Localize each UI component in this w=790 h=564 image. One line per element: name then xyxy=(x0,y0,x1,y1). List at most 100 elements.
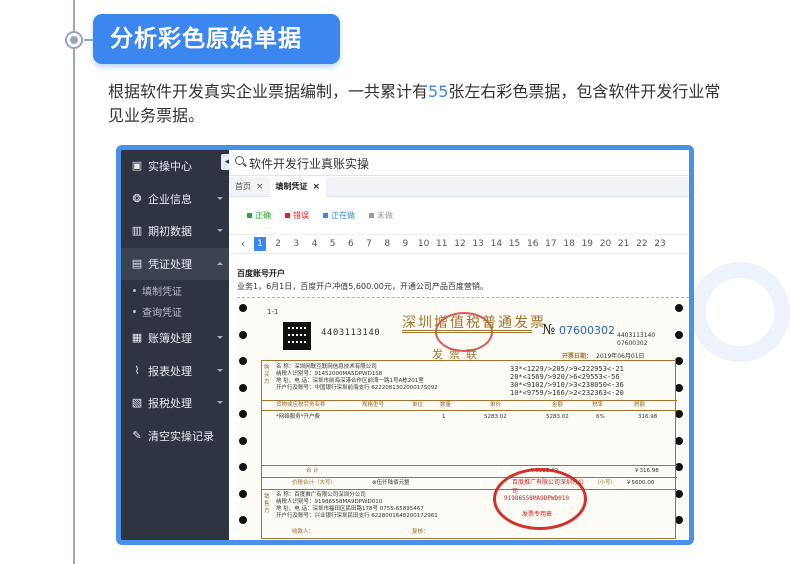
legend-label: 正确 xyxy=(255,211,271,220)
page-number[interactable]: 12 xyxy=(451,237,469,251)
sidebar-item-tax-processing[interactable]: ▧ 报税处理 xyxy=(121,387,229,420)
sidebar-item-label: 清空实操记录 xyxy=(148,429,214,443)
total-label: 合 计 xyxy=(306,468,319,474)
payee-label: 收款人： xyxy=(292,529,315,535)
sidebar-item-voucher-processing[interactable]: ▤ 凭证处理 xyxy=(121,247,229,280)
page-number[interactable]: 5 xyxy=(324,237,342,251)
page-number-current[interactable]: 1 xyxy=(254,237,266,251)
legend-label: 未做 xyxy=(377,211,393,220)
buyer-tax-id: 纳税人识别号：91452000MA5DPWD1S8 xyxy=(276,371,383,377)
grand-total-words: ⊗伍仟陆佰元整 xyxy=(372,480,410,486)
page-number[interactable]: 7 xyxy=(360,237,378,251)
sidebar-item-practice-center[interactable]: ▣ 实操中心 xyxy=(121,150,229,183)
page-number[interactable]: 6 xyxy=(342,237,360,251)
pager-numbers: ‹ 1 2 3 4 5 6 7 8 9 10 11 12 13 14 15 16 17 18 19 20 21 22 23 xyxy=(235,237,669,251)
status-square-icon xyxy=(247,213,252,218)
total-tax: ￥316.98 xyxy=(634,468,659,474)
bullet-icon xyxy=(133,289,136,292)
header-rate: 税率 xyxy=(592,402,604,408)
tab-fill-voucher[interactable]: 填制凭证 × xyxy=(269,177,327,197)
bullet-icon xyxy=(133,310,136,313)
page-number[interactable]: 23 xyxy=(651,237,669,251)
item-name: *网络服务*开户费 xyxy=(276,414,321,420)
buyer-address: 地 址、电 话：深圳市前海深港合作区前湾一路1号A栋201室 xyxy=(276,378,424,384)
page-number[interactable]: 13 xyxy=(469,237,487,251)
search-icon xyxy=(235,156,244,165)
grand-small-label: （小写） xyxy=(594,480,617,486)
page-number[interactable]: 3 xyxy=(287,237,305,251)
seller-lines: 名 称：百度推广有限公司深圳分公司 纳税人识别号：91986558MA9DPWD… xyxy=(276,492,516,520)
app-screenshot-frame: ▣ 实操中心 ❂ 企业信息 ▥ 期初数据 ▤ 凭证处理 填制凭证 查询凭证 ▦ xyxy=(116,145,694,545)
page-number[interactable]: 20 xyxy=(596,237,614,251)
page-number[interactable]: 2 xyxy=(269,237,287,251)
reviewer-label: 复核： xyxy=(412,529,429,535)
close-icon[interactable]: × xyxy=(256,182,264,192)
invoice-title-underline xyxy=(402,330,532,333)
header-tax: 税额 xyxy=(634,402,646,408)
timeline-dot xyxy=(65,31,83,49)
cipher-line: 10*<9759/>166/>2<232363<-20 xyxy=(510,389,624,397)
item-tax: 316.98 xyxy=(638,414,658,420)
seal-label: 发票专用章 xyxy=(522,511,553,518)
legend-label: 错误 xyxy=(293,211,309,220)
chevron-up-icon xyxy=(217,261,223,265)
page-number[interactable]: 4 xyxy=(305,237,323,251)
page-number[interactable]: 11 xyxy=(433,237,451,251)
tab-label: 填制凭证 xyxy=(275,182,308,191)
grand-total-label: 价税合计（大写） xyxy=(292,480,337,486)
side-number: 07600302 xyxy=(617,340,648,347)
buyer-label: 购买方 xyxy=(264,365,270,385)
page-number[interactable]: 17 xyxy=(542,237,560,251)
sidebar-item-company-info[interactable]: ❂ 企业信息 xyxy=(121,183,229,216)
decorative-ring xyxy=(690,262,790,362)
page-number[interactable]: 18 xyxy=(560,237,578,251)
sidebar-subitem-fill-voucher[interactable]: 填制凭证 xyxy=(121,280,229,301)
buyer-bank: 开户行及账号：中国银行深圳前海支行 622208130200017S092 xyxy=(276,385,438,391)
total-row: 合 计 ￥5283.02 ￥316.98 xyxy=(262,466,677,478)
page-number[interactable]: 21 xyxy=(615,237,633,251)
page-number[interactable]: 19 xyxy=(578,237,596,251)
cipher-line: 33*<1229/>205/>9<222953<-21 xyxy=(510,365,624,373)
chevron-down-icon xyxy=(217,336,223,339)
sidebar-item-clear-records[interactable]: ✎ 清空实操记录 xyxy=(121,420,229,453)
main-panel: 首页× 填制凭证× 正确 错误 正在做 未做 ‹ 1 2345678910111… xyxy=(229,150,689,540)
task-title: 百度账号开户 xyxy=(237,269,285,278)
sidebar-item-opening-data[interactable]: ▥ 期初数据 xyxy=(121,215,229,248)
item-rate: 6% xyxy=(596,414,605,420)
users-icon: ❂ xyxy=(132,191,142,205)
description-text-start: 根据软件开发真实企业票据编制，一共累计有 xyxy=(108,82,429,101)
page-number[interactable]: 10 xyxy=(415,237,433,251)
seller-bank: 开户行及账号：兴业银行深圳民田支行 6228001648200172961 xyxy=(276,513,438,519)
page-number[interactable]: 9 xyxy=(396,237,414,251)
sidebar-subitem-label: 查询凭证 xyxy=(142,308,182,319)
sidebar-item-label: 账簿处理 xyxy=(148,332,192,346)
sidebar-item-report-processing[interactable]: ⌇ 报表处理 xyxy=(121,355,229,388)
invoice-table: 购买方 名 称：深圳网联互联网信息技术有限公司 纳税人识别号：91452000M… xyxy=(261,360,677,539)
tab-label: 首页 xyxy=(235,182,251,191)
buyer-name: 名 称：深圳网联互联网信息技术有限公司 xyxy=(276,364,377,370)
invoice-title: 深圳增值税普通发票 xyxy=(402,315,546,331)
tab-home[interactable]: 首页 × xyxy=(229,177,270,197)
header-price: 单价 xyxy=(490,402,502,408)
sidebar-item-ledger-processing[interactable]: ▦ 账簿处理 xyxy=(121,322,229,355)
invoice-side-codes: 4403113140 07600302 xyxy=(617,332,655,348)
chevron-left-icon[interactable]: ‹ xyxy=(235,237,251,251)
legend-wrong: 错误 xyxy=(285,210,309,221)
page-number[interactable]: 16 xyxy=(524,237,542,251)
search-input[interactable] xyxy=(249,153,549,173)
page-number[interactable]: 22 xyxy=(633,237,651,251)
tab-bar: 首页 × 填制凭证 × xyxy=(229,177,689,197)
buyer-section: 购买方 名 称：深圳网联互联网信息技术有限公司 纳税人识别号：91452000M… xyxy=(262,361,677,401)
sidebar-subitem-query-voucher[interactable]: 查询凭证 xyxy=(121,301,229,322)
page-number[interactable]: 8 xyxy=(378,237,396,251)
cipher-line: 20*<1569/>920/>6<29553<-56 xyxy=(510,373,620,381)
bar-chart-icon: ▥ xyxy=(131,224,143,238)
page-number[interactable]: 15 xyxy=(505,237,523,251)
status-square-icon xyxy=(369,213,374,218)
page-number[interactable]: 14 xyxy=(487,237,505,251)
grand-small-value: ￥5600.00 xyxy=(626,480,655,486)
close-icon[interactable]: × xyxy=(313,182,321,192)
invoice-seal: 百度推广有限公司深圳分公司 91986558MA9DPWD010 发票专用章 xyxy=(493,468,587,530)
section-title: 分析彩色原始单据 xyxy=(93,14,340,64)
item-header-row: 货物或应税劳务名称 规格型号 单位 数量 单价 金额 税率 税额 xyxy=(262,401,677,411)
